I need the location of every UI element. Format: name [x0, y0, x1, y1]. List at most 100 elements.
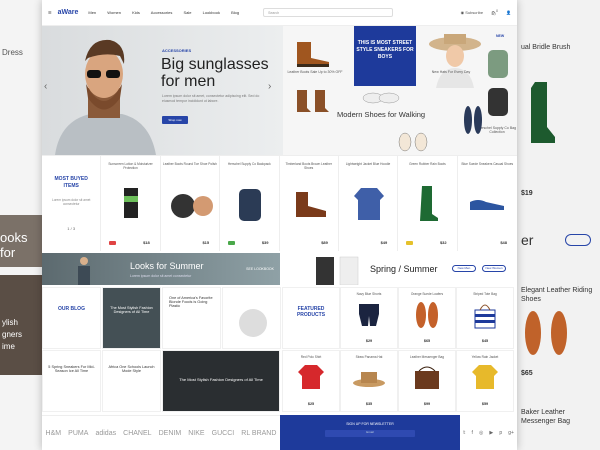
product-card[interactable]: Blue Suede Sneakers Casual Shoes $48 [458, 156, 517, 251]
bg-text: Dress [2, 48, 23, 57]
bg-text: Elegant Leather Riding Shoes [521, 287, 593, 303]
bg-text: er [521, 232, 534, 248]
product-card[interactable]: Sunscreen Lotion & Moisturizer Protectio… [101, 156, 161, 251]
polo-image [298, 365, 324, 389]
modern-shoes-caption[interactable]: Modern Shoes for Walking [337, 110, 425, 119]
blog-post[interactable]: 5 Spring Sneakers For Mid-Season Ice All… [42, 350, 101, 412]
blog-post[interactable]: The Most Stylish Fashion Designers of Al… [102, 287, 161, 349]
featured-title: FEATURED PRODUCTS [296, 306, 326, 318]
rain-boot-image [420, 186, 439, 221]
user-icon[interactable]: 👤 [506, 10, 511, 15]
social-links: 𝕥 f ◎ ▶ p g+ [460, 415, 517, 450]
backpack-caption[interactable]: Herschel Supply Co Bag Collection [477, 126, 517, 134]
nav-item-blog[interactable]: Blog [231, 10, 239, 15]
nav-item-kids[interactable]: Kids [132, 10, 140, 15]
content-row: Looks for Summer Lorem ipsum dolor sit a… [42, 250, 517, 415]
boots-caption[interactable]: Leather Boots Sale Up to 30% OFF [287, 70, 343, 74]
background-right-page: ual Bridle Brush $19 er Elegant Leather … [517, 0, 600, 450]
product-card[interactable]: Timberland Boots Brown Leather Shoes $89 [280, 156, 339, 251]
sale-badge [109, 241, 117, 245]
product-card[interactable]: Green Rubber Rain Boots $32 [398, 156, 458, 251]
hero-tag: ACCESSORIES [162, 48, 192, 53]
product-card[interactable]: Leather Boots Round Toe Shoe Polish $15 [161, 156, 221, 251]
backpack-black-image [488, 88, 508, 116]
instagram-icon[interactable]: ◎ [479, 430, 483, 436]
background-left-page: Dress ooks for ylish gners ime [0, 0, 42, 450]
menu-icon[interactable]: ☰ [48, 10, 52, 15]
bg-price: $19 [521, 190, 533, 197]
hat-caption[interactable]: New Hats For Every Day [421, 70, 481, 74]
brand-logo[interactable]: RL BRAND [241, 430, 276, 437]
blog-post-title: The Most Stylish Fashion Designers of Al… [110, 306, 153, 314]
product-card[interactable]: Navy Blue Shorts $29 [340, 287, 398, 349]
product-card[interactable]: Orange Suede Loafers $65 [398, 287, 456, 349]
blog-post[interactable] [222, 287, 281, 349]
location-link[interactable]: ◉ Subscribe [461, 10, 483, 15]
backpack-green-image [488, 50, 508, 78]
youtube-icon[interactable]: ▶ [489, 430, 493, 436]
twitter-icon[interactable]: 𝕥 [463, 430, 465, 436]
newsletter-email-input[interactable]: Email [325, 430, 415, 437]
header-icons: ◉ Subscribe 🛍0 👤 [461, 9, 511, 15]
product-name: Sunscreen Lotion & Moisturizer Protectio… [108, 162, 153, 170]
search-input[interactable]: Search [263, 8, 394, 17]
new-women-button[interactable]: New Women [482, 265, 506, 272]
pagination[interactable]: 1 / 3 [42, 226, 100, 231]
hero-banner[interactable]: ‹ › ACCESSORIES Big sunglasses for men L… [42, 26, 283, 155]
product-card[interactable]: Lightweight Jacket Blue Hoodie $49 [339, 156, 399, 251]
newsletter-section: SIGN UP FOR NEWSLETTER Email [280, 415, 460, 450]
model-image [55, 39, 156, 155]
bg-text: ooks for [0, 230, 28, 260]
brand-logo[interactable]: CHANEL [123, 430, 151, 437]
lotion-image [124, 188, 139, 218]
pinterest-icon[interactable]: p [499, 430, 502, 436]
product-card[interactable]: Straw Panama Hat $35 [340, 350, 398, 412]
spring-summer-header: Spring / Summer New Men New Women [284, 253, 517, 285]
location-label: Subscribe [465, 9, 484, 15]
product-card[interactable]: Leather Messenger Bag $99 [398, 350, 456, 412]
product-name: Lightweight Jacket Blue Hoodie [345, 162, 391, 166]
nav-item-lookbook[interactable]: Lookbook [203, 10, 220, 15]
blog-post-featured[interactable]: The Most Stylish Fashion Designers of Al… [162, 350, 280, 412]
street-style-banner[interactable]: THIS IS MOST STREET STYLE SNEAKERS FOR B… [354, 26, 416, 86]
nav-item-sale[interactable]: Sale [183, 10, 191, 15]
lookbook-link[interactable]: SEE LOOKBOOK [246, 267, 274, 271]
facebook-icon[interactable]: f [471, 430, 472, 436]
brand-logo[interactable]: H&M [46, 430, 62, 437]
blog-post[interactable]: One of America's Favorite Blonde Foods i… [162, 287, 221, 349]
blog-post-title: Africa One Schools Launch Mode Style [108, 365, 155, 373]
product-name: Leather Boots Round Toe Shoe Polish [162, 162, 217, 166]
shoe-polish-image [170, 194, 213, 218]
google-plus-icon[interactable]: g+ [508, 430, 514, 436]
product-price: $29 [365, 339, 373, 343]
new-men-button[interactable]: New Men [452, 265, 476, 272]
product-price: $39 [261, 240, 269, 245]
cart-icon[interactable]: 🛍0 [491, 9, 498, 15]
chevron-left-icon[interactable]: ‹ [44, 81, 47, 92]
blog-post[interactable]: Africa One Schools Launch Mode Style [102, 350, 161, 412]
tote-bag-image [474, 304, 496, 329]
product-card[interactable]: Red Polo Shirt $25 [282, 350, 340, 412]
product-card[interactable]: Herschel Supply Co Backpack $39 [220, 156, 280, 251]
product-card[interactable]: Striped Tote Bag $45 [456, 287, 514, 349]
brand-logo[interactable]: DENIM [159, 430, 182, 437]
nav-item-accessories[interactable]: Accessories [151, 10, 173, 15]
product-price: $59 [481, 402, 489, 406]
website-window: ☰ aWare Men Women Kids Accessories Sale … [42, 0, 517, 450]
brand-logo[interactable]: PUMA [68, 430, 88, 437]
brand-logo[interactable]: NIKE [188, 430, 204, 437]
brand-logo[interactable]: adidas [95, 430, 116, 437]
shorts-image [359, 304, 379, 326]
site-logo[interactable]: aWare [58, 9, 79, 16]
hero-shop-button[interactable]: Shop now [162, 116, 188, 124]
product-price: $25 [307, 402, 315, 406]
product-card[interactable]: Yellow Rain Jacket $59 [456, 350, 514, 412]
product-price: $32 [439, 240, 447, 245]
product-name: Straw Panama Hat [355, 355, 383, 359]
summer-lookbook-banner[interactable]: Looks for Summer Lorem ipsum dolor sit a… [42, 253, 280, 285]
brand-logo[interactable]: GUCCI [212, 430, 235, 437]
nav-item-women[interactable]: Women [107, 10, 121, 15]
brand-strip: H&M PUMA adidas CHANEL DENIM NIKE GUCCI … [42, 415, 280, 450]
nav-item-men[interactable]: Men [88, 10, 96, 15]
spring-title: Spring / Summer [370, 264, 438, 274]
